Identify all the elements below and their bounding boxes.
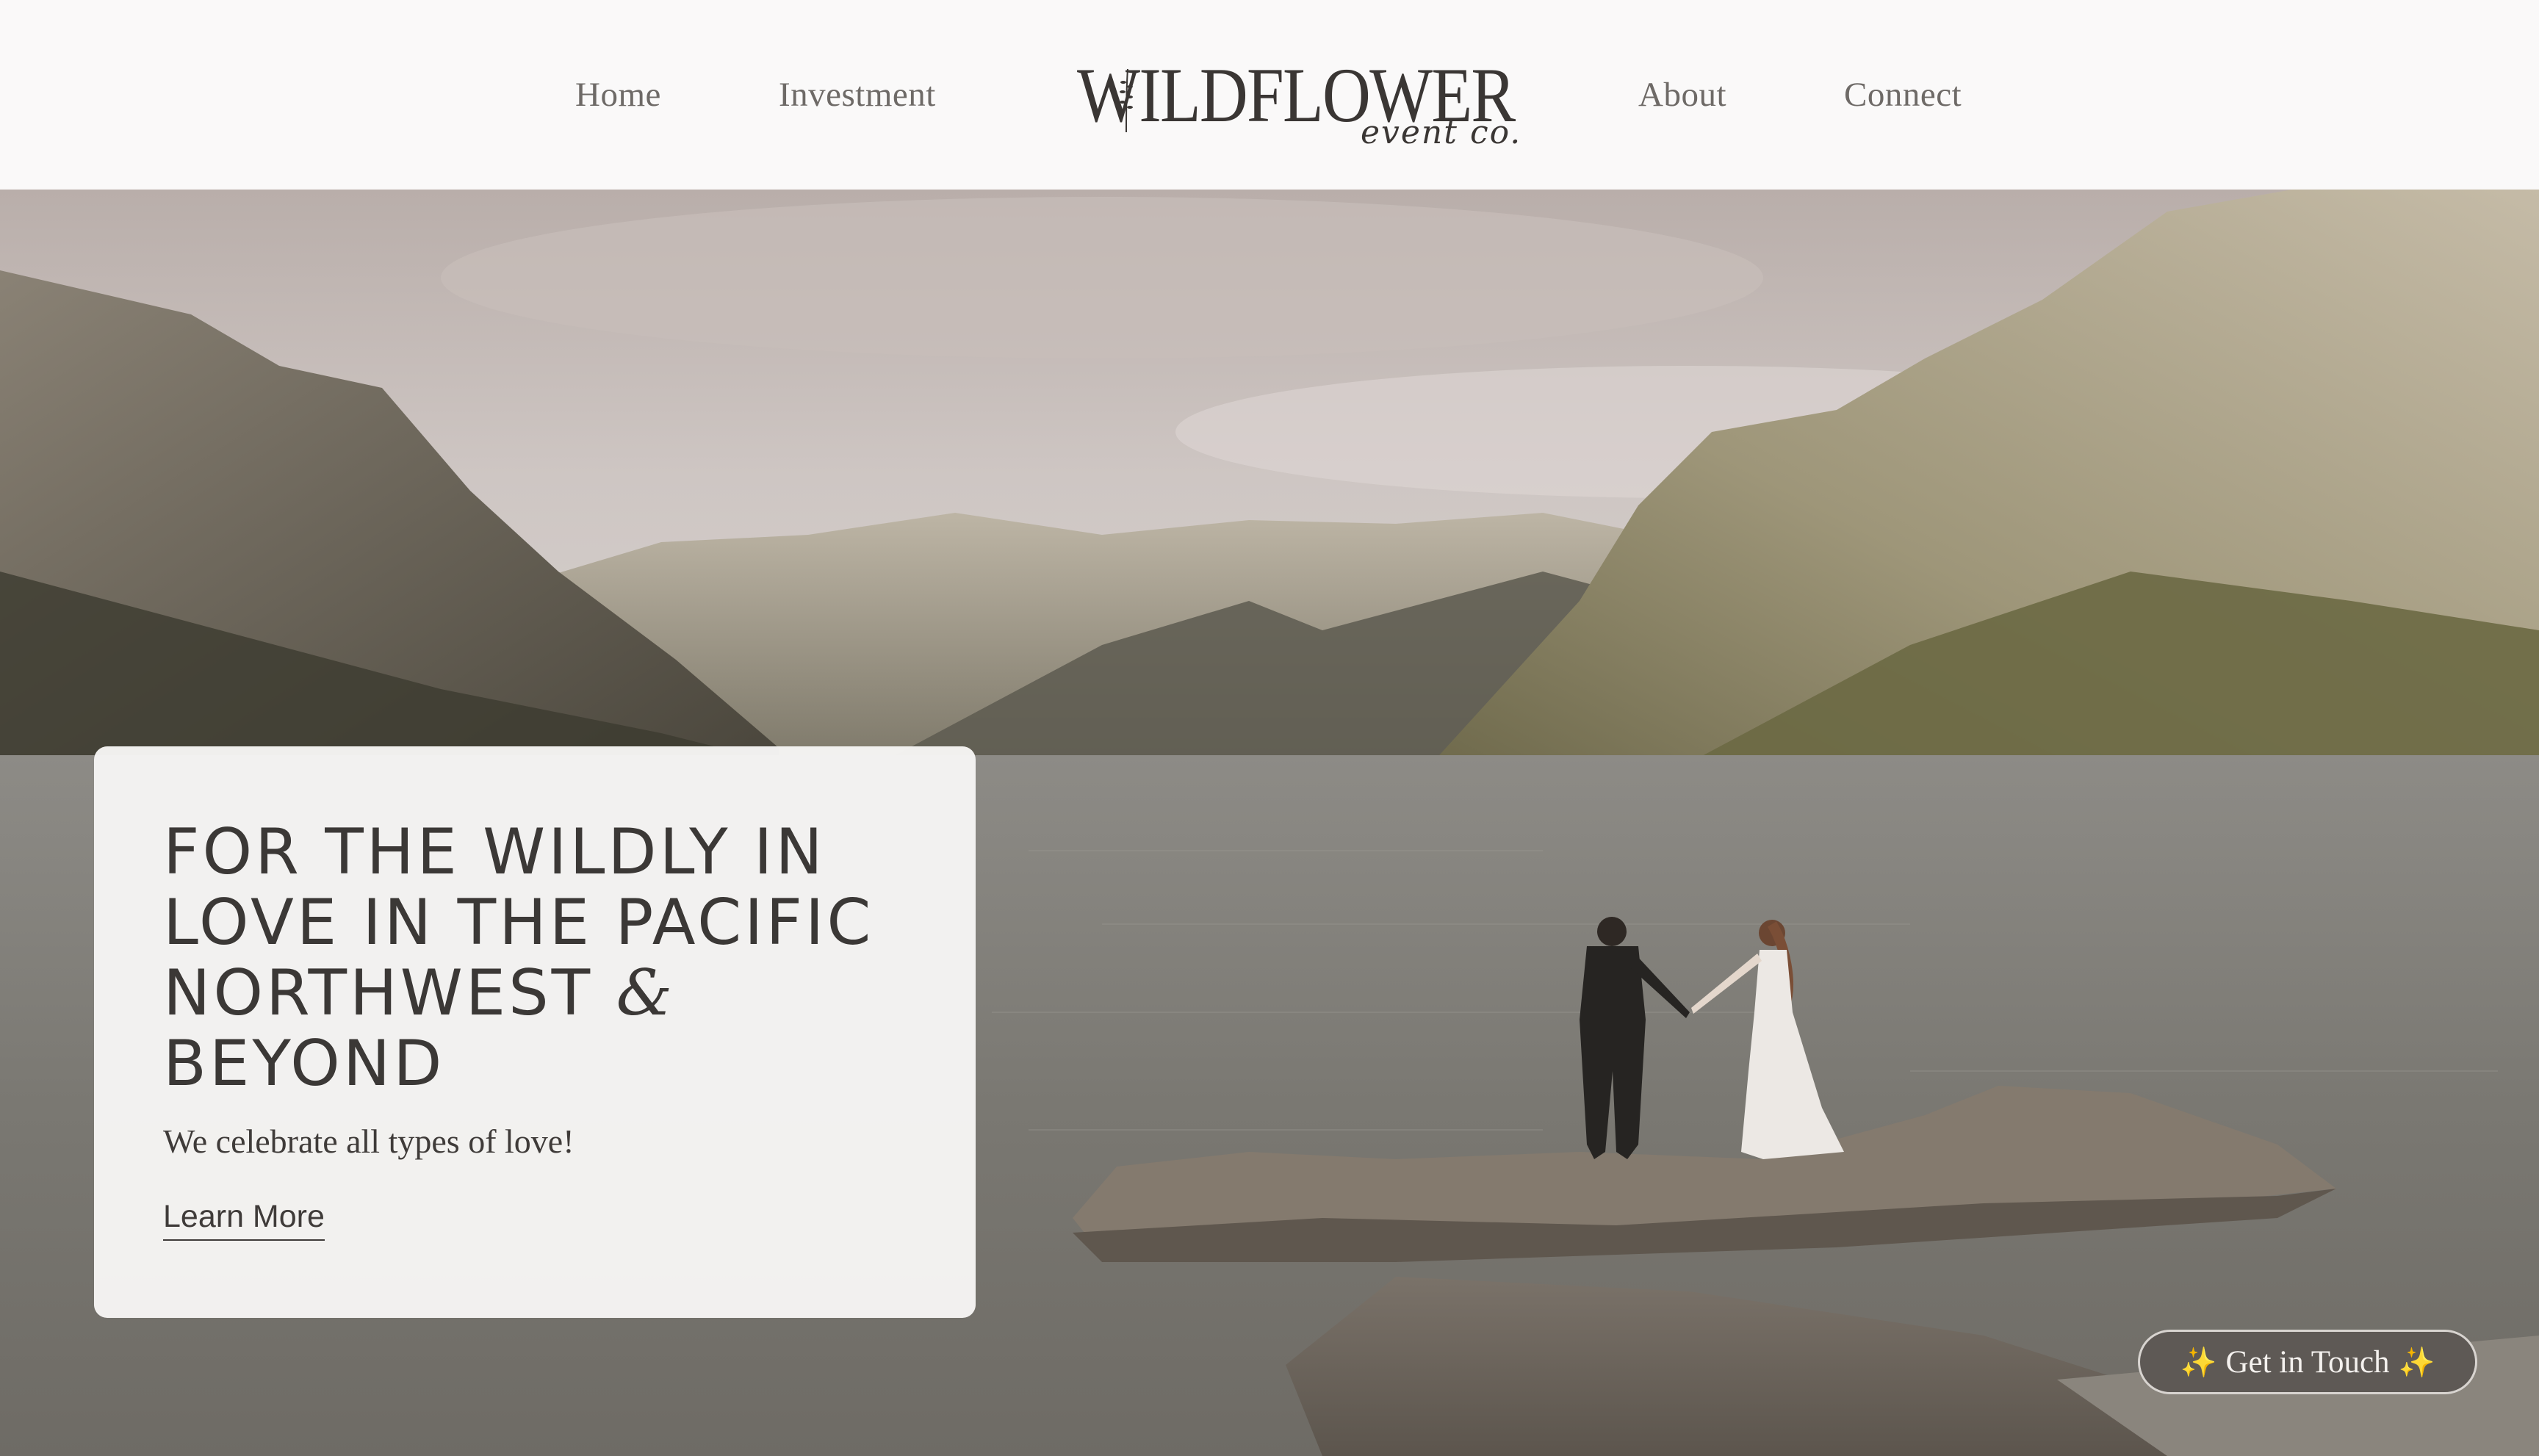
hero-heading-line-1: FOR THE WILDLY IN [163, 815, 826, 889]
hero-heading-line-3: NORTHWEST [163, 956, 616, 1030]
hero-heading: FOR THE WILDLY IN LOVE IN THE PACIFIC NO… [163, 817, 942, 1099]
logo-subtitle: event co. [1361, 114, 1522, 151]
nav-home-link[interactable]: Home [575, 71, 661, 119]
nav-connect-link[interactable]: Connect [1844, 71, 1962, 119]
nav-about-link[interactable]: About [1638, 71, 1726, 119]
hero-heading-ampersand: & [616, 956, 676, 1030]
site-header: Home Investment WILDFLOWER event co. Abo… [0, 0, 2539, 190]
learn-more-link[interactable]: Learn More [163, 1196, 325, 1241]
brand-logo[interactable]: WILDFLOWER event co. [1073, 51, 1520, 154]
wildflower-sprig-icon [1120, 68, 1133, 133]
sparkles-icon: ✨ [2398, 1345, 2435, 1379]
get-in-touch-button[interactable]: ✨ Get in Touch ✨ [2138, 1330, 2477, 1394]
hero-heading-line-2: LOVE IN THE PACIFIC [163, 886, 874, 959]
hero-heading-line-4: BEYOND [163, 1027, 445, 1100]
hero-card: FOR THE WILDLY IN LOVE IN THE PACIFIC NO… [94, 746, 976, 1318]
hero-tagline: We celebrate all types of love! [163, 1122, 575, 1160]
sparkles-icon: ✨ [2180, 1345, 2217, 1379]
get-in-touch-label: Get in Touch [2225, 1344, 2390, 1380]
nav-investment-link[interactable]: Investment [779, 71, 936, 119]
hero-section: FOR THE WILDLY IN LOVE IN THE PACIFIC NO… [0, 190, 2539, 1456]
